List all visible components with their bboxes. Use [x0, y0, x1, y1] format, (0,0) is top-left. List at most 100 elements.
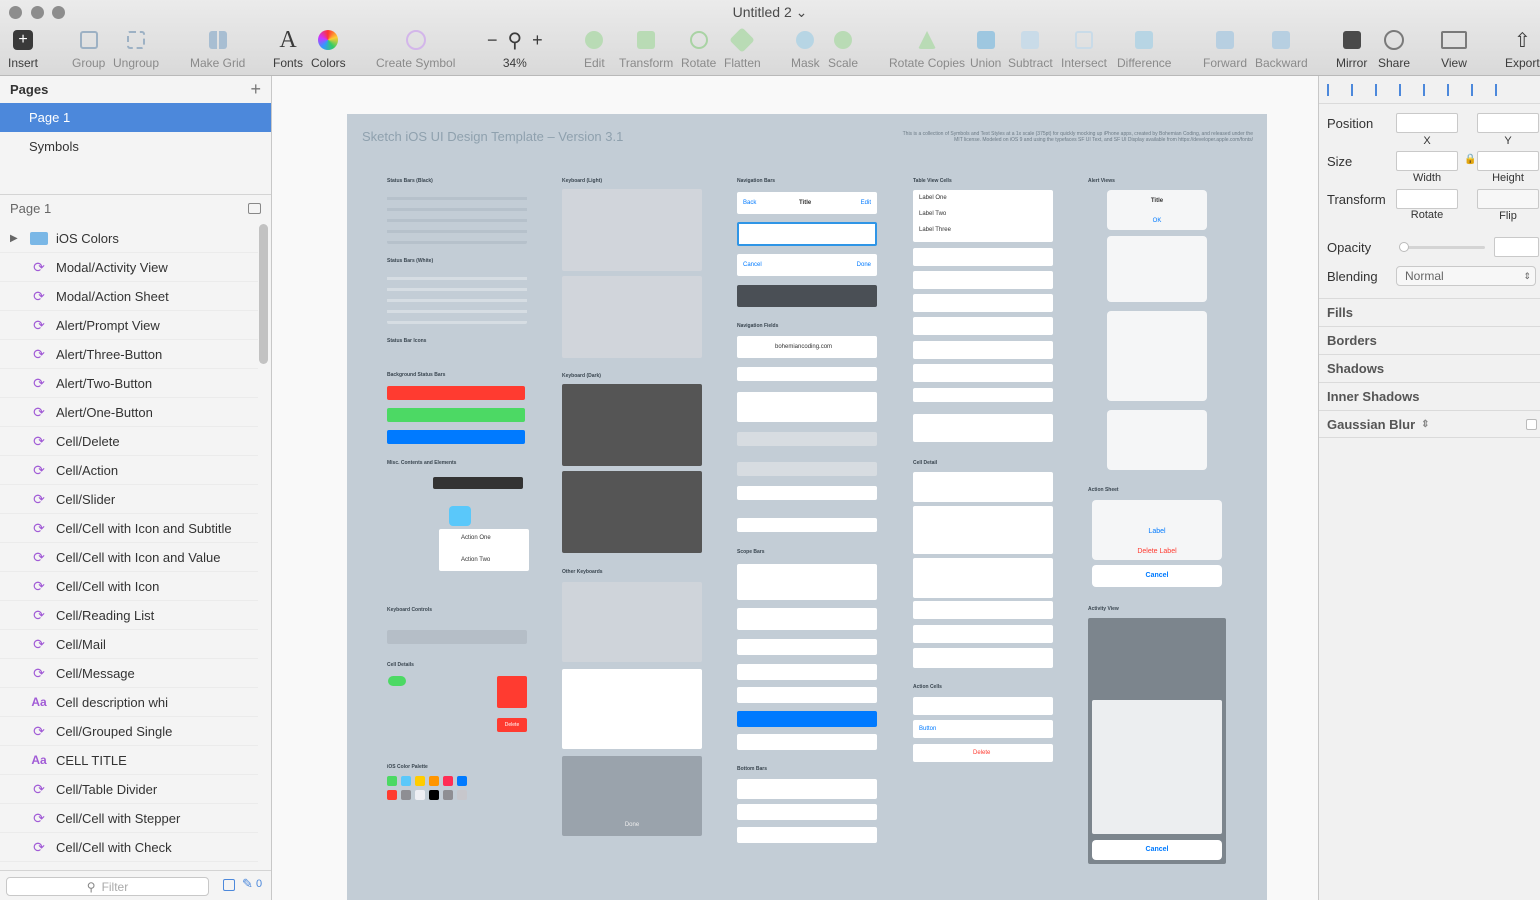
difference-button[interactable]: Difference — [1117, 26, 1171, 72]
layer-item[interactable]: ⟳ Modal/Action Sheet — [0, 282, 258, 311]
layer-item[interactable]: ⟳ Cell/Reading List — [0, 601, 258, 630]
canvas[interactable]: Sketch iOS UI Design Template – Version … — [272, 76, 1318, 900]
icon-value-cell[interactable] — [913, 625, 1053, 643]
symbols-filter-icon[interactable] — [223, 879, 235, 891]
search-field-grey[interactable] — [737, 432, 877, 446]
align-center-icon[interactable] — [1375, 83, 1391, 96]
layer-item[interactable]: ⟳ Cell/Cell with Icon and Value — [0, 543, 258, 572]
delete-action[interactable]: Delete — [497, 718, 527, 732]
table-cell[interactable] — [913, 271, 1053, 289]
artboard[interactable]: Sketch iOS UI Design Template – Version … — [347, 114, 1267, 900]
keyboard-controls-bar[interactable] — [387, 630, 527, 644]
edit-menu[interactable] — [433, 477, 523, 489]
layer-item[interactable]: ⟳ Alert/Prompt View — [0, 311, 258, 340]
align-middle-icon[interactable] — [1471, 83, 1487, 96]
table-cell[interactable] — [913, 317, 1053, 335]
layer-item[interactable]: ⟳ Modal/Activity View — [0, 253, 258, 282]
lock-icon[interactable]: 🔒 — [1464, 154, 1476, 165]
forward-button[interactable]: Forward — [1203, 26, 1247, 72]
table-cell-stepper[interactable] — [913, 364, 1053, 382]
number-pad[interactable] — [562, 669, 702, 749]
opacity-slider-knob[interactable] — [1399, 242, 1409, 252]
nav-bar-selected[interactable] — [737, 222, 877, 246]
union-button[interactable]: Union — [970, 26, 1001, 72]
subtract-button[interactable]: Subtract — [1008, 26, 1053, 72]
search-field-cancel[interactable] — [737, 518, 877, 532]
align-bottom-icon[interactable] — [1495, 83, 1511, 96]
activity-cancel[interactable]: Cancel — [1092, 840, 1222, 860]
slider-cell[interactable] — [913, 697, 1053, 715]
tab-bar[interactable] — [737, 779, 877, 799]
transform-button[interactable]: Transform — [619, 26, 673, 72]
zoom-control[interactable]: − ⚲ + 34% — [487, 26, 543, 72]
nav-bar[interactable]: Back Title Edit — [737, 192, 877, 214]
share-button[interactable]: Share — [1378, 26, 1410, 72]
opacity-slider[interactable] — [1399, 242, 1485, 252]
fonts-button[interactable]: A Fonts — [273, 26, 303, 72]
trash-action[interactable] — [497, 676, 527, 708]
layer-item[interactable]: ⟳ Cell/Cell with Icon and Subtitle — [0, 514, 258, 543]
opacity-field[interactable] — [1494, 237, 1539, 257]
layer-item[interactable]: Aa CELL TITLE — [0, 746, 258, 775]
layer-item[interactable]: ⟳ Cell/Mail — [0, 630, 258, 659]
segmented-control[interactable] — [737, 687, 877, 703]
gaussian-blur-header[interactable]: Gaussian Blur ⇕ — [1319, 410, 1540, 438]
layer-item[interactable]: ⟳ Alert/One-Button — [0, 398, 258, 427]
nav-bar-cancel-done[interactable]: Cancel Done — [737, 254, 877, 276]
alert-three-button[interactable] — [1107, 311, 1207, 401]
message-cell[interactable] — [913, 506, 1053, 554]
y-field[interactable] — [1477, 113, 1539, 133]
rotate-button[interactable]: Rotate — [681, 26, 716, 72]
blur-checkbox[interactable] — [1526, 418, 1537, 430]
emoji-keyboard[interactable] — [562, 582, 702, 662]
layer-item[interactable]: ⟳ Cell/Delete — [0, 427, 258, 456]
fills-header[interactable]: Fills — [1319, 298, 1540, 326]
add-page-icon[interactable]: + — [250, 79, 261, 100]
toolbar-bar[interactable] — [737, 804, 877, 820]
table-cell-check[interactable] — [913, 341, 1053, 359]
share-sheet[interactable] — [1092, 700, 1222, 834]
layer-item[interactable]: ⟳ Alert/Three-Button — [0, 340, 258, 369]
layer-item[interactable]: ⟳ Cell/Grouped Single — [0, 717, 258, 746]
rotate-field[interactable] — [1396, 189, 1458, 209]
description-bar[interactable] — [737, 827, 877, 843]
call-status-bar[interactable] — [387, 408, 525, 422]
layer-item[interactable]: ⟳ Cell/Cell with Icon — [0, 572, 258, 601]
page-item-page-1[interactable]: Page 1 — [0, 103, 271, 132]
layer-item[interactable]: ⟳ Cell/Table Divider — [0, 775, 258, 804]
recording-status-bar[interactable] — [387, 386, 525, 400]
table-cell-toggle[interactable] — [913, 294, 1053, 312]
icon-cell[interactable] — [913, 601, 1053, 619]
intersect-button[interactable]: Intersect — [1061, 26, 1107, 72]
mail-cell[interactable] — [913, 472, 1053, 502]
shadows-header[interactable]: Shadows — [1319, 354, 1540, 382]
create-symbol-button[interactable]: Create Symbol — [376, 26, 455, 72]
filter-input[interactable]: ⚲ Filter — [6, 877, 209, 896]
toggle-switch[interactable] — [388, 676, 406, 686]
insert-button[interactable]: + Insert — [8, 26, 38, 72]
segmented-control-blue[interactable] — [737, 711, 877, 727]
backward-button[interactable]: Backward — [1255, 26, 1308, 72]
layer-item[interactable]: ⟳ Cell/Cell with Check — [0, 833, 258, 862]
action-sheet[interactable]: Label Delete Label — [1092, 500, 1222, 560]
layer-item[interactable]: ⟳ Cell/Cell with Stepper — [0, 804, 258, 833]
mirror-button[interactable]: Mirror — [1336, 26, 1367, 72]
align-left-icon[interactable] — [1327, 83, 1343, 96]
keyboard-dark-upper[interactable] — [562, 384, 702, 466]
zoom-out-icon[interactable]: − — [487, 30, 498, 51]
action-menu[interactable]: Action One Action Two — [439, 529, 529, 571]
flip-buttons[interactable] — [1477, 189, 1539, 209]
keyboard-light-lower[interactable] — [562, 276, 702, 358]
delete-cell[interactable]: Delete — [913, 744, 1053, 762]
colors-button[interactable]: Colors — [311, 26, 346, 72]
dictation-keyboard[interactable]: Done — [562, 756, 702, 836]
segmented-control[interactable] — [737, 664, 877, 680]
table-cell-description[interactable] — [913, 414, 1053, 442]
page-item-symbols[interactable]: Symbols — [0, 132, 271, 161]
layer-item[interactable]: ⟳ Alert/Two-Button — [0, 369, 258, 398]
group-button[interactable]: Group — [72, 26, 105, 72]
make-grid-button[interactable]: Make Grid — [190, 26, 245, 72]
blending-select[interactable]: Normal ⇕ — [1396, 266, 1536, 286]
alert-two-button[interactable] — [1107, 236, 1207, 302]
view-button[interactable]: View — [1441, 26, 1467, 72]
